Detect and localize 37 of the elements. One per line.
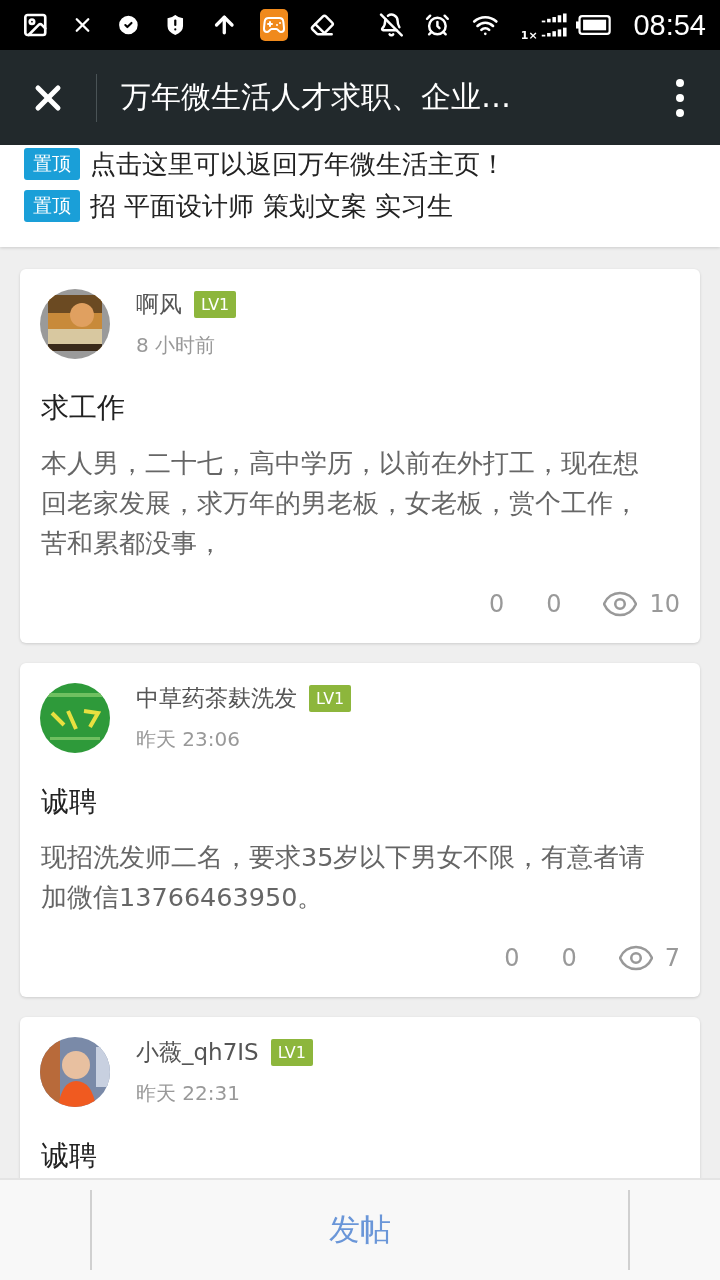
post-title: 诚聘	[41, 1138, 98, 1174]
post-time: 8 小时前	[136, 332, 217, 359]
page-title: 万年微生活人才求职、企业…	[120, 78, 512, 116]
view-count: 10	[649, 590, 680, 618]
post-card[interactable]: 小薇_qh7IS LV1 昨天 22:31 诚聘	[20, 1017, 700, 1178]
post-time: 昨天 22:31	[136, 1080, 241, 1107]
gamepad-icon	[259, 9, 288, 41]
level-badge: LV1	[270, 1039, 313, 1066]
view-count: 7	[664, 944, 680, 972]
pinned-link[interactable]: 招 平面设计师 策划文案 实习生	[90, 189, 453, 223]
author-name: 啊风	[136, 290, 182, 319]
stat-count: 0	[546, 590, 562, 618]
battery-icon	[576, 13, 612, 37]
bell-off-icon	[378, 11, 404, 39]
post-time: 昨天 23:06	[136, 726, 241, 753]
post-body: 现招洗发师二名，要求35岁以下男女不限，有意者请加微信13766463950。	[41, 841, 647, 914]
post-title: 求工作	[41, 390, 126, 426]
level-badge: LV1	[194, 291, 237, 318]
author-name: 中草药茶麸洗发	[136, 684, 297, 713]
level-badge: LV1	[309, 685, 352, 712]
pinned-badge: 置顶	[24, 148, 80, 180]
network-label: 1×	[520, 29, 538, 42]
more-icon	[675, 77, 685, 118]
stat-count: 0	[504, 944, 520, 972]
pinned-badge: 置顶	[24, 190, 80, 222]
post-card[interactable]: 中草药茶麸洗发 LV1 昨天 23:06 诚聘 现招洗发师二名，要求35岁以下男女不限，有意者请加微信13766463950。 0 0 7	[20, 663, 700, 997]
post-card[interactable]: 啊风 LV1 8 小时前 求工作 本人男，二十七，高中学历，以前在外打工，现在想回老家发展，求万年的男老板，女老板，赏个工作，苦和累都没事， 0 0 10	[20, 269, 700, 643]
pinned-link[interactable]: 点击这里可以返回万年微生活主页！	[90, 147, 506, 181]
eraser-icon	[309, 11, 335, 39]
stat-count: 0	[561, 944, 577, 972]
author-name: 小薇_qh7IS	[136, 1038, 259, 1067]
alarm-clock-icon	[425, 11, 451, 39]
post-title: 诚聘	[41, 784, 98, 820]
signal-icon	[539, 10, 568, 40]
clock-time: 08:54	[633, 8, 706, 42]
post-body: 本人男，二十七，高中学历，以前在外打工，现在想回老家发展，求万年的男老板，女老板，赏个工作，苦和累都没事，	[41, 447, 640, 560]
stat-count: 0	[488, 590, 505, 618]
